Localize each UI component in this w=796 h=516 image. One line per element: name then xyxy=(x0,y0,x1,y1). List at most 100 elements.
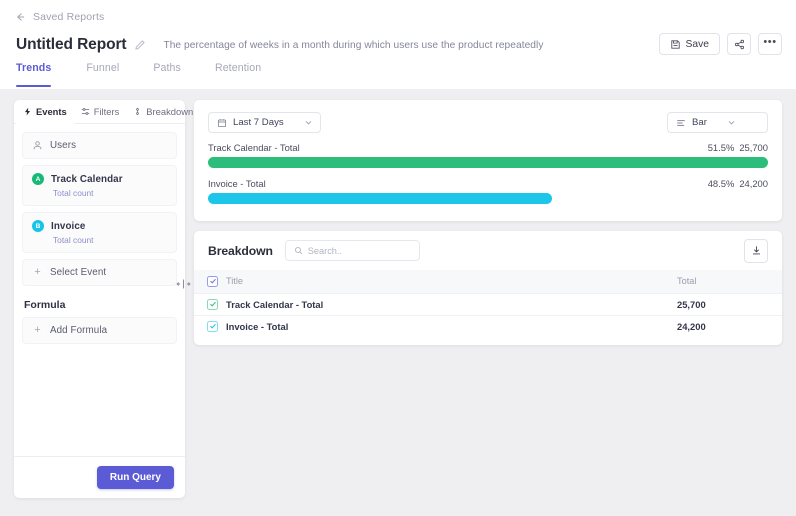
column-total: Total xyxy=(677,270,782,293)
tab-trends-label: Trends xyxy=(16,62,52,74)
page-title: Untitled Report xyxy=(16,36,127,53)
bar-chart: Track Calendar - Total 51.5% 25,700 Invoi… xyxy=(194,133,782,204)
calendar-icon xyxy=(217,118,227,127)
column-title: Title xyxy=(194,270,677,293)
row-total: 25,700 xyxy=(677,298,706,310)
query-tab-events[interactable]: Events xyxy=(16,100,74,125)
tab-paths[interactable]: Paths xyxy=(136,62,198,85)
event-metric[interactable]: Total count xyxy=(53,188,167,198)
check-icon xyxy=(209,301,216,307)
select-event-button[interactable]: + Select Event xyxy=(22,259,177,286)
save-button[interactable]: Save xyxy=(658,33,720,55)
resize-horizontal-icon xyxy=(176,279,191,288)
pencil-edit-icon[interactable] xyxy=(134,39,146,51)
bar-list-icon xyxy=(677,119,685,126)
panel-resize-handle[interactable] xyxy=(176,276,191,291)
tab-paths-label: Paths xyxy=(153,62,181,74)
header-actions: Save ••• xyxy=(658,33,782,55)
bar-series-track-calendar: Track Calendar - Total 51.5% 25,700 xyxy=(208,142,768,168)
add-formula-button[interactable]: + Add Formula xyxy=(22,317,177,344)
query-panel-body: Users A Track Calendar Total count B Inv… xyxy=(14,124,185,456)
query-panel-footer: Run Query xyxy=(14,456,185,498)
bar-value-labels: 48.5% 24,200 xyxy=(708,178,768,189)
tab-trends[interactable]: Trends xyxy=(13,62,69,87)
row-title-cell: Track Calendar - Total xyxy=(194,293,677,315)
check-icon xyxy=(209,279,216,284)
row-total: 24,200 xyxy=(677,320,706,332)
arrow-left-icon xyxy=(16,13,25,21)
chart-card: Last 7 Days Bar Track Calendar - Total 5… xyxy=(194,100,782,221)
bar-track xyxy=(208,193,768,204)
bar-percent: 48.5% xyxy=(707,178,735,189)
row-title: Invoice - Total xyxy=(226,320,289,332)
event-name: Invoice xyxy=(51,220,86,232)
bar-series-invoice: Invoice - Total 48.5% 24,200 xyxy=(208,178,768,204)
search-input[interactable] xyxy=(307,245,411,256)
query-tab-breakdown[interactable]: Breakdown xyxy=(126,100,200,124)
breakdown-icon xyxy=(136,107,140,116)
table-row[interactable]: Invoice - Total 24,200 xyxy=(194,315,782,337)
app-root: Saved Reports Untitled Report The percen… xyxy=(0,0,796,516)
event-badge-a: A xyxy=(32,173,44,185)
breakdown-header: Breakdown xyxy=(194,231,782,270)
breakdown-card: Breakdown Search.. Title Total Track Cal… xyxy=(194,231,782,345)
back-label: Saved Reports xyxy=(33,11,105,23)
back-to-saved-reports[interactable]: Saved Reports xyxy=(14,11,104,23)
bar-fill-cyan[interactable] xyxy=(208,193,553,204)
more-options-button[interactable]: ••• xyxy=(758,33,782,55)
lightning-bolt-icon xyxy=(24,107,31,116)
chart-type-select[interactable]: Bar xyxy=(667,112,768,133)
bar-value: 25,700 xyxy=(739,142,768,153)
search-icon xyxy=(294,247,302,255)
download-icon xyxy=(752,246,760,255)
row-title-cell: Invoice - Total xyxy=(194,315,677,337)
row-title: Track Calendar - Total xyxy=(226,298,324,310)
query-tabs: Events Filters Breakdown xyxy=(14,100,193,125)
tab-retention-label: Retention xyxy=(214,62,262,74)
query-tab-filters[interactable]: Filters xyxy=(74,100,127,124)
query-users-label: Users xyxy=(50,140,77,151)
table-row[interactable]: Track Calendar - Total 25,700 xyxy=(194,293,782,315)
run-query-button[interactable]: Run Query xyxy=(96,466,174,489)
breakdown-title: Breakdown xyxy=(208,243,273,258)
row-checkbox[interactable] xyxy=(207,320,218,332)
chart-toolbar: Last 7 Days Bar xyxy=(194,100,782,133)
breakdown-table-head: Title Total xyxy=(194,270,782,293)
select-event-label: Select Event xyxy=(50,267,107,278)
breakdown-table-body: Track Calendar - Total 25,700 Invoice - … xyxy=(194,293,782,337)
breakdown-search[interactable] xyxy=(284,240,420,261)
bar-percent: 51.5% xyxy=(707,142,735,153)
filter-sliders-icon xyxy=(81,108,89,115)
query-tab-breakdown-label: Breakdown xyxy=(146,106,194,117)
event-metric[interactable]: Total count xyxy=(53,235,167,245)
plus-icon: + xyxy=(34,324,41,336)
tab-funnel[interactable]: Funnel xyxy=(69,62,136,85)
share-button[interactable] xyxy=(727,33,751,55)
event-item-invoice[interactable]: B Invoice Total count xyxy=(22,212,177,253)
report-tabs: Trends Funnel Paths Retention xyxy=(0,62,796,89)
column-total-label: Total xyxy=(677,276,697,287)
chevron-down-icon xyxy=(305,121,311,125)
query-users-row[interactable]: Users xyxy=(22,132,177,159)
query-builder-panel: Events Filters Breakdown Users A Track C… xyxy=(14,100,193,498)
date-range-select[interactable]: Last 7 Days xyxy=(208,112,321,133)
tab-retention[interactable]: Retention xyxy=(198,62,278,85)
top-header: Saved Reports Untitled Report The percen… xyxy=(0,0,796,89)
save-label: Save xyxy=(685,38,709,50)
formula-heading: Formula xyxy=(24,299,66,311)
event-item-track-calendar[interactable]: A Track Calendar Total count xyxy=(22,165,177,206)
download-button[interactable] xyxy=(744,238,768,263)
bar-category-label: Invoice - Total xyxy=(208,178,266,189)
table-header-row: Title Total xyxy=(194,270,782,293)
bar-value-labels: 51.5% 25,700 xyxy=(708,142,768,153)
row-checkbox[interactable] xyxy=(207,298,218,310)
event-badge-b: B xyxy=(32,220,44,232)
more-dots-icon: ••• xyxy=(763,36,777,48)
query-tab-filters-label: Filters xyxy=(93,106,120,117)
event-name: Track Calendar xyxy=(51,173,123,185)
select-all-checkbox[interactable] xyxy=(207,275,218,287)
query-tab-events-label: Events xyxy=(36,106,67,117)
bar-value: 24,200 xyxy=(739,178,768,189)
bar-fill-green[interactable] xyxy=(208,157,768,168)
chart-type-label: Bar xyxy=(692,117,707,128)
